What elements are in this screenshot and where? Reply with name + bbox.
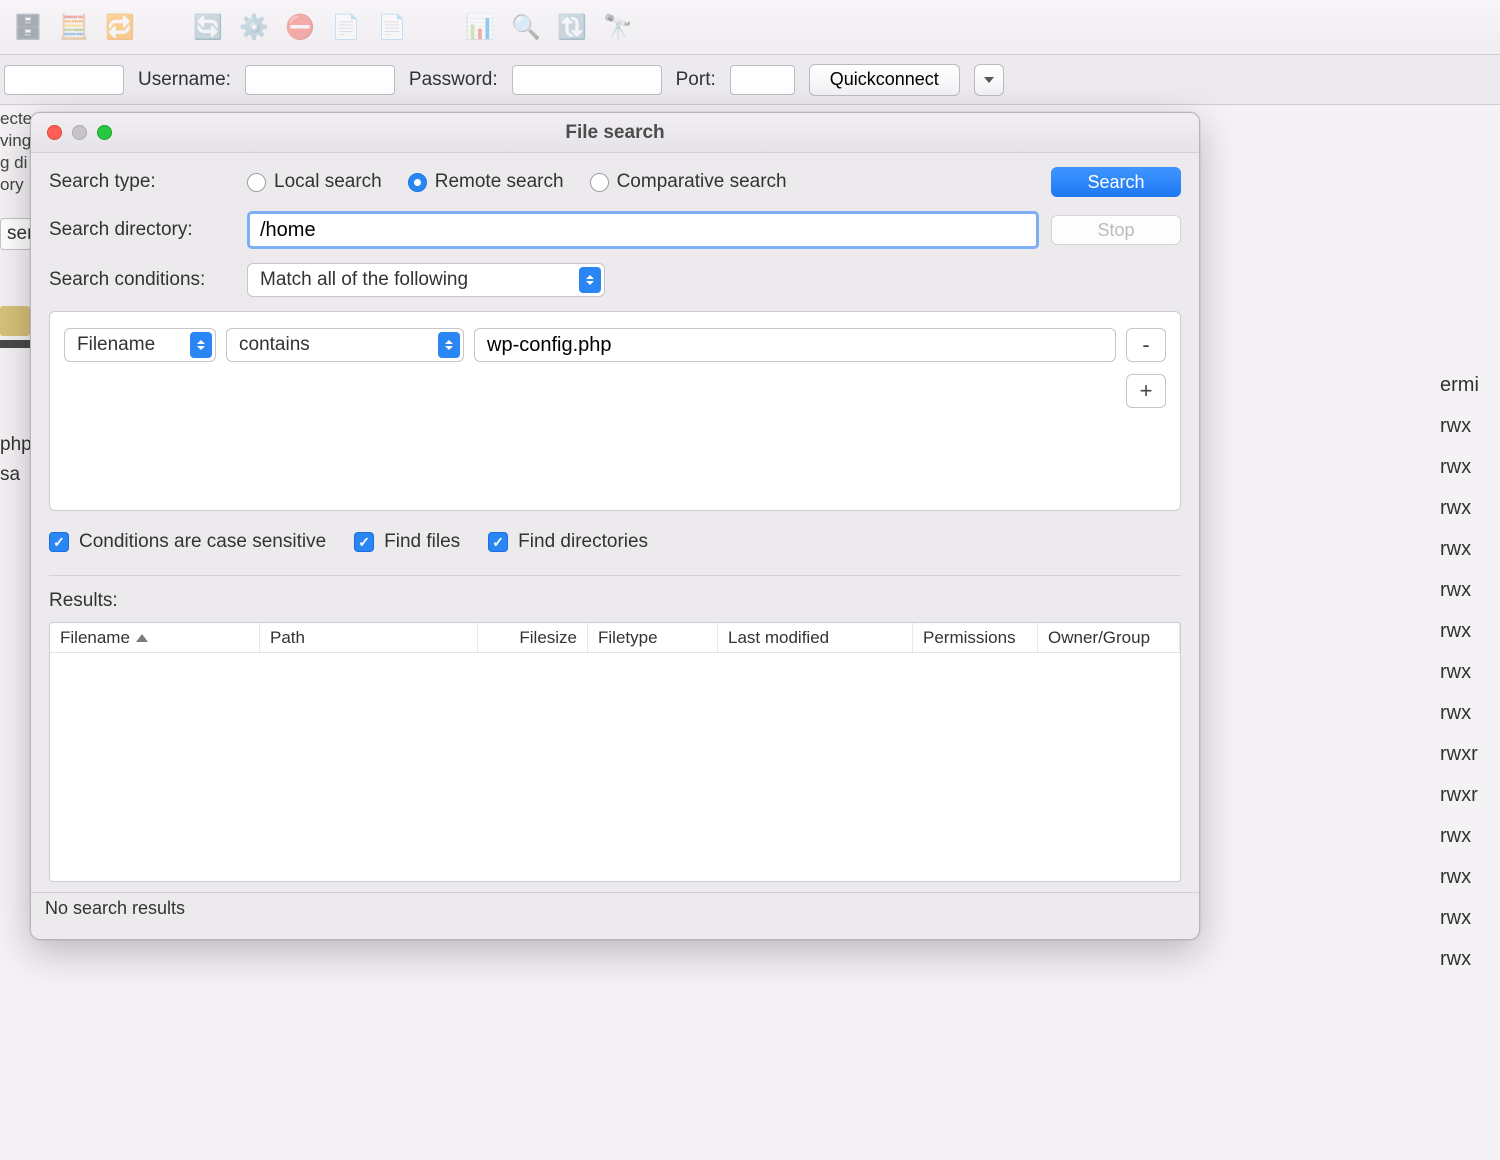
file-search-dialog: File search Search type: Local search Re… xyxy=(30,112,1200,940)
binoculars-icon[interactable]: 🔭 xyxy=(598,8,638,46)
main-toolbar: 🗄️ 🧮 🔁 🔄 ⚙️ ⛔ 📄 📄 📊 🔍 🔃 🔭 xyxy=(0,0,1500,55)
port-label: Port: xyxy=(676,69,716,91)
search-conditions-label: Search conditions: xyxy=(49,269,235,291)
column-filesize[interactable]: Filesize xyxy=(478,623,588,652)
sync-arrows-icon[interactable]: 🔁 xyxy=(100,8,140,46)
window-zoom-icon[interactable] xyxy=(97,125,112,140)
column-filename[interactable]: Filename xyxy=(50,623,260,652)
dialog-title: File search xyxy=(31,122,1199,144)
checkbox-icon: ✓ xyxy=(354,532,374,552)
separator xyxy=(49,575,1181,576)
port-input[interactable] xyxy=(730,65,795,95)
condition-operator-select[interactable]: contains xyxy=(226,328,464,362)
remove-condition-button[interactable]: - xyxy=(1126,328,1166,362)
toggle-panes-icon[interactable]: 🧮 xyxy=(54,8,94,46)
match-mode-select[interactable]: Match all of the following xyxy=(247,263,605,297)
radio-icon xyxy=(408,173,427,192)
reconnect-icon[interactable]: 🔃 xyxy=(552,8,592,46)
chevron-updown-icon xyxy=(190,332,212,358)
list-check-icon[interactable]: 📄 xyxy=(372,8,412,46)
conditions-box: Filename contains - + xyxy=(49,311,1181,511)
refresh-icon[interactable]: 🔄 xyxy=(188,8,228,46)
stop-button: Stop xyxy=(1051,215,1181,245)
radio-remote-search[interactable]: Remote search xyxy=(408,171,564,193)
condition-field-select[interactable]: Filename xyxy=(64,328,216,362)
username-label: Username: xyxy=(138,69,231,91)
dialog-titlebar[interactable]: File search xyxy=(31,113,1199,153)
sitemanager-icon[interactable]: 🗄️ xyxy=(8,8,48,46)
search-files-icon[interactable]: 🔍 xyxy=(506,8,546,46)
dialog-status-bar: No search results xyxy=(31,892,1199,924)
list-x-icon[interactable]: 📄 xyxy=(326,8,366,46)
checkbox-icon: ✓ xyxy=(49,532,69,552)
checkbox-find-files[interactable]: ✓ Find files xyxy=(354,531,460,553)
column-permissions[interactable]: Permissions xyxy=(913,623,1038,652)
permissions-column-fragment: ermi rwx rwx rwx rwx rwx rwx rwx rwx rwx… xyxy=(1440,370,1500,980)
compare-icon[interactable]: 📊 xyxy=(460,8,500,46)
status-text: No search results xyxy=(45,898,185,919)
search-directory-label: Search directory: xyxy=(49,219,235,241)
host-input[interactable] xyxy=(4,65,124,95)
search-directory-input[interactable] xyxy=(247,211,1039,249)
chevron-updown-icon xyxy=(438,332,460,358)
quickconnect-history-dropdown[interactable] xyxy=(974,64,1004,96)
add-condition-button[interactable]: + xyxy=(1126,374,1166,408)
local-path-fragment: sers xyxy=(0,218,32,250)
results-label: Results: xyxy=(49,590,1181,612)
chevron-down-icon xyxy=(984,77,994,83)
process-queue-icon[interactable]: ⚙️ xyxy=(234,8,274,46)
username-input[interactable] xyxy=(245,65,395,95)
window-minimize-icon[interactable] xyxy=(72,125,87,140)
cancel-icon[interactable]: ⛔ xyxy=(280,8,320,46)
results-header-row: Filename Path Filesize Filetype Last mod… xyxy=(50,623,1180,653)
quickconnect-bar: Username: Password: Port: Quickconnect xyxy=(0,55,1500,105)
search-type-label: Search type: xyxy=(49,171,235,193)
column-filetype[interactable]: Filetype xyxy=(588,623,718,652)
column-owner-group[interactable]: Owner/Group xyxy=(1038,623,1180,652)
condition-row: Filename contains - xyxy=(64,328,1166,362)
quickconnect-button[interactable]: Quickconnect xyxy=(809,64,960,96)
password-label: Password: xyxy=(409,69,498,91)
radio-comparative-search[interactable]: Comparative search xyxy=(590,171,787,193)
search-button[interactable]: Search xyxy=(1051,167,1181,197)
checkbox-find-directories[interactable]: ✓ Find directories xyxy=(488,531,648,553)
password-input[interactable] xyxy=(512,65,662,95)
column-path[interactable]: Path xyxy=(260,623,478,652)
checkbox-case-sensitive[interactable]: ✓ Conditions are case sensitive xyxy=(49,531,326,553)
divider-fragment xyxy=(0,340,30,348)
folder-icon xyxy=(0,306,30,336)
condition-value-input[interactable] xyxy=(474,328,1116,362)
local-list-fragment: php sa xyxy=(0,430,32,490)
checkbox-icon: ✓ xyxy=(488,532,508,552)
sort-ascending-icon xyxy=(136,634,148,642)
chevron-updown-icon xyxy=(579,267,601,293)
radio-icon xyxy=(247,173,266,192)
window-close-icon[interactable] xyxy=(47,125,62,140)
column-last-modified[interactable]: Last modified xyxy=(718,623,913,652)
radio-local-search[interactable]: Local search xyxy=(247,171,382,193)
results-table: Filename Path Filesize Filetype Last mod… xyxy=(49,622,1181,882)
radio-icon xyxy=(590,173,609,192)
